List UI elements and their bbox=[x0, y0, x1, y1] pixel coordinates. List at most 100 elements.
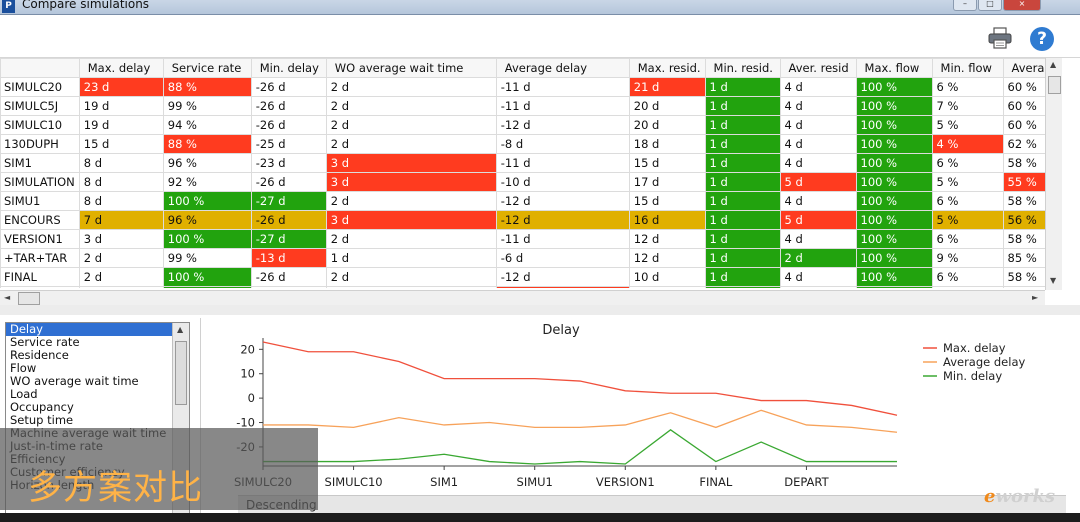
scroll-right-arrow-icon[interactable]: ► bbox=[1032, 293, 1038, 302]
table-cell[interactable]: 99 % bbox=[162, 96, 252, 116]
table-cell[interactable]: 9 % bbox=[931, 248, 1004, 268]
table-cell[interactable]: 1 d bbox=[325, 248, 497, 268]
table-cell[interactable]: 1 d bbox=[704, 267, 781, 287]
table-cell[interactable]: 1 d bbox=[704, 153, 781, 173]
table-cell[interactable]: -10 d bbox=[495, 172, 630, 192]
table-cell[interactable]: 94 % bbox=[162, 115, 252, 135]
table-cell[interactable]: 3 d bbox=[325, 172, 497, 192]
table-cell[interactable]: -12 d bbox=[495, 191, 630, 211]
close-button[interactable]: × bbox=[1003, 0, 1041, 11]
table-cell[interactable]: -8 d bbox=[495, 134, 630, 154]
table-cell[interactable]: 2 d bbox=[325, 267, 497, 287]
table-cell[interactable]: 100 % bbox=[855, 134, 933, 154]
table-cell[interactable]: 100 % bbox=[162, 267, 252, 287]
table-cell[interactable]: 4 d bbox=[779, 191, 857, 211]
row-header-cell[interactable]: SIMULATION bbox=[0, 172, 80, 192]
scroll-thumb[interactable] bbox=[18, 292, 40, 305]
table-cell[interactable]: -12 d bbox=[495, 210, 630, 230]
scroll-up-arrow-icon[interactable]: ▲ bbox=[1050, 60, 1056, 69]
row-header-cell[interactable]: SIMULC5J bbox=[0, 96, 80, 116]
column-header[interactable]: WO average wait time bbox=[325, 58, 497, 78]
table-cell[interactable]: 19 d bbox=[78, 115, 164, 135]
row-header-cell[interactable]: FINAL bbox=[0, 267, 80, 287]
help-icon[interactable]: ? bbox=[1030, 27, 1054, 51]
scroll-left-arrow-icon[interactable]: ◄ bbox=[4, 293, 10, 302]
table-cell[interactable]: 96 % bbox=[162, 210, 252, 230]
table-cell[interactable]: 10 d bbox=[628, 267, 706, 287]
table-cell[interactable]: 2 d bbox=[325, 96, 497, 116]
table-cell[interactable]: 23 d bbox=[78, 77, 164, 97]
table-cell[interactable]: -26 d bbox=[250, 115, 327, 135]
table-cell[interactable]: 1 d bbox=[704, 115, 781, 135]
table-cell[interactable]: 1 d bbox=[704, 229, 781, 249]
table-cell[interactable]: 8 d bbox=[78, 172, 164, 192]
minimize-button[interactable]: – bbox=[953, 0, 977, 11]
table-cell[interactable]: 2 d bbox=[325, 191, 497, 211]
table-row[interactable]: VERSION1 3 d 100 % -27 d2 d -11 d 12 d1 d4 d1… bbox=[0, 229, 1054, 249]
row-header-cell[interactable]: ENCOURS bbox=[0, 210, 80, 230]
table-cell[interactable]: 5 % bbox=[931, 210, 1004, 230]
table-cell[interactable]: -26 d bbox=[250, 210, 327, 230]
table-cell[interactable]: 3 d bbox=[325, 153, 497, 173]
table-cell[interactable]: 96 % bbox=[162, 153, 252, 173]
table-cell[interactable]: 1 d bbox=[704, 191, 781, 211]
table-cell[interactable]: 6 % bbox=[931, 153, 1004, 173]
table-cell[interactable]: 8 d bbox=[78, 191, 164, 211]
table-cell[interactable]: 6 % bbox=[931, 267, 1004, 287]
row-header-cell[interactable]: 130DUPH bbox=[0, 134, 80, 154]
table-cell[interactable]: 6 % bbox=[931, 191, 1004, 211]
column-header[interactable]: Service rate bbox=[162, 58, 252, 78]
table-row[interactable]: SIM1 8 d 96 % -23 d3 d -11 d 15 d1 d4 d 100 % 6… bbox=[0, 153, 1054, 173]
column-header[interactable]: Average delay bbox=[495, 58, 630, 78]
table-cell[interactable]: 4 d bbox=[779, 96, 857, 116]
table-cell[interactable]: 100 % bbox=[162, 191, 252, 211]
table-cell[interactable]: -26 d bbox=[250, 77, 327, 97]
table-cell[interactable]: 2 d bbox=[325, 134, 497, 154]
table-cell[interactable]: 18 d bbox=[628, 134, 706, 154]
table-cell[interactable]: -26 d bbox=[250, 267, 327, 287]
scroll-thumb[interactable] bbox=[1048, 76, 1061, 94]
table-cell[interactable]: 2 d bbox=[78, 248, 164, 268]
table-cell[interactable]: 5 % bbox=[931, 172, 1004, 192]
table-cell[interactable]: 12 d bbox=[628, 248, 706, 268]
table-cell[interactable]: 21 d bbox=[628, 77, 706, 97]
table-cell[interactable]: 2 d bbox=[779, 248, 857, 268]
pane-splitter[interactable] bbox=[0, 305, 1080, 315]
table-cell[interactable]: 100 % bbox=[855, 229, 933, 249]
table-cell[interactable]: 100 % bbox=[855, 96, 933, 116]
row-header-cell[interactable]: VERSION1 bbox=[0, 229, 80, 249]
column-header[interactable]: Max. resid. bbox=[628, 58, 706, 78]
table-cell[interactable]: 100 % bbox=[162, 229, 252, 249]
table-cell[interactable]: 3 d bbox=[78, 229, 164, 249]
table-cell[interactable]: -23 d bbox=[250, 153, 327, 173]
table-row[interactable]: +TAR+TAR 2 d 99 % -13 d1 d -6 d 12 d1 d2 d 100… bbox=[0, 248, 1054, 268]
table-cell[interactable]: 1 d bbox=[704, 172, 781, 192]
table-cell[interactable]: 4 d bbox=[779, 115, 857, 135]
row-header-cell[interactable]: SIMU1 bbox=[0, 191, 80, 211]
row-header-cell[interactable]: SIMULC20 bbox=[0, 77, 80, 97]
table-cell[interactable]: 4 d bbox=[779, 77, 857, 97]
table-cell[interactable]: 7 d bbox=[78, 210, 164, 230]
table-cell[interactable]: -13 d bbox=[250, 248, 327, 268]
table-cell[interactable]: 8 d bbox=[78, 153, 164, 173]
table-cell[interactable]: -6 d bbox=[495, 248, 630, 268]
table-cell[interactable]: 99 % bbox=[162, 248, 252, 268]
column-header[interactable]: Aver. resid bbox=[779, 58, 857, 78]
table-cell[interactable]: 15 d bbox=[78, 134, 164, 154]
table-cell[interactable]: 12 d bbox=[628, 229, 706, 249]
column-header[interactable]: Min. delay bbox=[250, 58, 327, 78]
table-cell[interactable]: 5 % bbox=[931, 115, 1004, 135]
table-cell[interactable]: 2 d bbox=[325, 229, 497, 249]
table-cell[interactable]: -25 d bbox=[250, 134, 327, 154]
table-cell[interactable]: -11 d bbox=[495, 96, 630, 116]
table-cell[interactable]: 88 % bbox=[162, 134, 252, 154]
table-cell[interactable]: -27 d bbox=[250, 191, 327, 211]
scroll-up-arrow-icon[interactable]: ▲ bbox=[177, 325, 183, 334]
table-cell[interactable]: 1 d bbox=[704, 96, 781, 116]
column-header[interactable]: Max. delay bbox=[78, 58, 164, 78]
table-cell[interactable]: 1 d bbox=[704, 248, 781, 268]
table-cell[interactable]: 1 d bbox=[704, 210, 781, 230]
table-cell[interactable]: -12 d bbox=[495, 267, 630, 287]
table-cell[interactable]: 4 d bbox=[779, 153, 857, 173]
table-cell[interactable]: 100 % bbox=[855, 115, 933, 135]
